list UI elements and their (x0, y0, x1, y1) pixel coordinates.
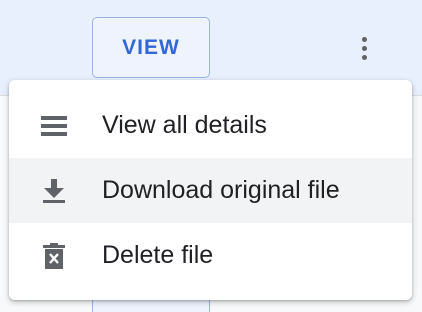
view-button[interactable]: VIEW (92, 17, 210, 78)
delete-icon (40, 242, 68, 270)
menu-item-delete-file[interactable]: Delete file (9, 223, 412, 288)
menu-item-label: Delete file (102, 241, 214, 269)
more-options-button[interactable] (348, 30, 380, 66)
menu-item-view-all-details[interactable]: View all details (9, 93, 412, 158)
menu-item-download-original-file[interactable]: Download original file (9, 158, 412, 223)
menu-item-label: View all details (102, 111, 267, 139)
download-icon (40, 177, 68, 205)
more-vert-icon-dot (361, 54, 367, 60)
menu-item-label: Download original file (102, 176, 340, 204)
more-vert-icon (361, 36, 367, 42)
more-vert-icon-dot (361, 45, 367, 51)
page: VIEW View all details Download original … (0, 0, 422, 312)
context-menu: View all details Download original file (9, 80, 412, 300)
list-icon (40, 112, 68, 140)
